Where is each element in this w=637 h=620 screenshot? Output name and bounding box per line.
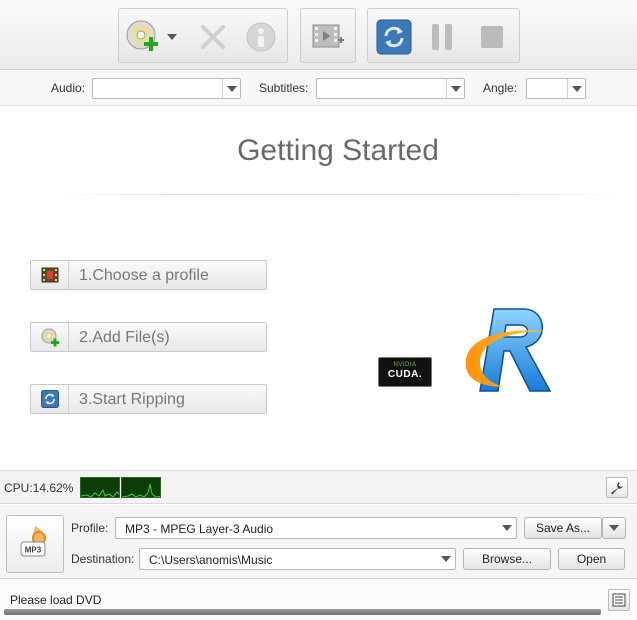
settings-button[interactable]	[606, 477, 628, 498]
stop-button[interactable]	[474, 19, 510, 55]
chevron-down-icon	[571, 85, 582, 92]
toolbar	[0, 0, 637, 70]
chevron-down-icon	[450, 85, 461, 92]
cpu-status-bar: CPU:14.62%	[0, 470, 637, 504]
progress-bar	[4, 609, 601, 615]
add-video-icon	[312, 24, 344, 48]
step-icon-box	[31, 385, 69, 413]
film-icon	[41, 267, 58, 283]
step-start-ripping[interactable]: 3.Start Ripping	[30, 384, 267, 414]
profile-select-arrow[interactable]	[502, 525, 512, 531]
step-choose-profile[interactable]: 1.Choose a profile	[30, 260, 267, 290]
profile-value: MP3 - MPEG Layer-3 Audio	[125, 522, 274, 536]
load-dvd-button[interactable]	[123, 19, 163, 55]
step-icon-box	[31, 261, 69, 289]
track-selector-bar: Audio: Subtitles: Angle:	[0, 70, 637, 106]
browse-button[interactable]: Browse...	[463, 548, 551, 570]
step-label: 1.Choose a profile	[79, 267, 209, 284]
cuda-label: CUDA.	[387, 369, 423, 380]
audio-select-arrow[interactable]	[222, 79, 240, 98]
step-add-files[interactable]: 2.Add File(s)	[30, 322, 267, 352]
open-label: Open	[576, 552, 607, 566]
destination-select[interactable]: C:\Users\anomis\Music	[139, 548, 456, 570]
destination-value: C:\Users\anomis\Music	[149, 553, 273, 567]
title-divider	[60, 194, 620, 195]
nvidia-cuda-badge: NVIDIA CUDA.	[378, 357, 432, 387]
dropdown-arrow-icon	[167, 34, 177, 40]
step-label: 3.Start Ripping	[79, 391, 185, 408]
toolbar-group-file	[118, 8, 288, 63]
subtitles-select-arrow[interactable]	[446, 79, 464, 98]
toolbar-group-control	[367, 8, 520, 63]
chevron-down-icon	[441, 556, 451, 562]
cpu-graph-line	[81, 488, 119, 497]
cpu-graph-2	[121, 477, 161, 498]
angle-select-arrow[interactable]	[567, 79, 585, 98]
convert-button[interactable]	[376, 19, 412, 55]
close-icon	[201, 25, 225, 49]
chevron-down-icon	[226, 85, 237, 92]
add-video-button[interactable]	[310, 19, 346, 55]
save-as-label: Save As...	[535, 521, 591, 535]
convert-icon	[40, 390, 59, 408]
stop-icon	[481, 26, 503, 48]
add-disc-icon	[41, 328, 59, 347]
subtitles-label: Subtitles:	[259, 81, 309, 95]
chevron-down-icon	[502, 525, 512, 531]
page-title: Getting Started	[237, 134, 439, 167]
remove-button[interactable]	[195, 19, 231, 55]
info-button[interactable]	[243, 19, 279, 55]
cpu-graph-1	[80, 477, 120, 498]
toolbar-group-edit	[300, 8, 356, 63]
chevron-down-icon	[609, 525, 619, 531]
save-as-button[interactable]: Save As...	[524, 517, 602, 539]
load-dvd-icon	[126, 20, 158, 51]
audio-select[interactable]	[92, 78, 241, 99]
list-icon	[612, 593, 626, 607]
open-button[interactable]: Open	[558, 548, 625, 570]
cpu-graph-line	[122, 483, 160, 497]
audio-label: Audio:	[51, 81, 86, 95]
profile-panel: MP3 Profile: MP3 - MPEG Layer-3 Audio Sa…	[0, 505, 637, 579]
log-button[interactable]	[608, 589, 630, 611]
step-icon-box	[31, 323, 69, 351]
profile-label: Profile:	[71, 521, 109, 535]
destination-select-arrow[interactable]	[441, 556, 451, 562]
cpu-usage-label: CPU:14.62%	[4, 481, 74, 495]
destination-label: Destination:	[71, 552, 135, 566]
format-icon-text: MP3	[25, 546, 42, 555]
profile-select[interactable]: MP3 - MPEG Layer-3 Audio	[115, 517, 517, 539]
mp3-format-icon: MP3	[20, 526, 46, 557]
wrench-icon	[611, 481, 623, 494]
angle-label: Angle:	[483, 81, 518, 95]
step-label: 2.Add File(s)	[79, 329, 170, 346]
format-icon-button[interactable]: MP3	[6, 515, 64, 573]
info-icon	[246, 22, 276, 52]
save-as-dropdown[interactable]	[602, 517, 626, 539]
app-logo-icon	[465, 308, 552, 392]
browse-label: Browse...	[481, 552, 532, 566]
angle-select[interactable]	[526, 78, 586, 99]
load-dvd-dropdown[interactable]	[165, 19, 179, 55]
convert-icon	[376, 19, 412, 55]
pause-button[interactable]	[424, 19, 460, 55]
nvidia-logo: NVIDIA	[393, 362, 417, 368]
pause-icon	[432, 24, 452, 50]
status-text: Please load DVD	[10, 593, 102, 607]
subtitles-select[interactable]	[316, 78, 465, 99]
